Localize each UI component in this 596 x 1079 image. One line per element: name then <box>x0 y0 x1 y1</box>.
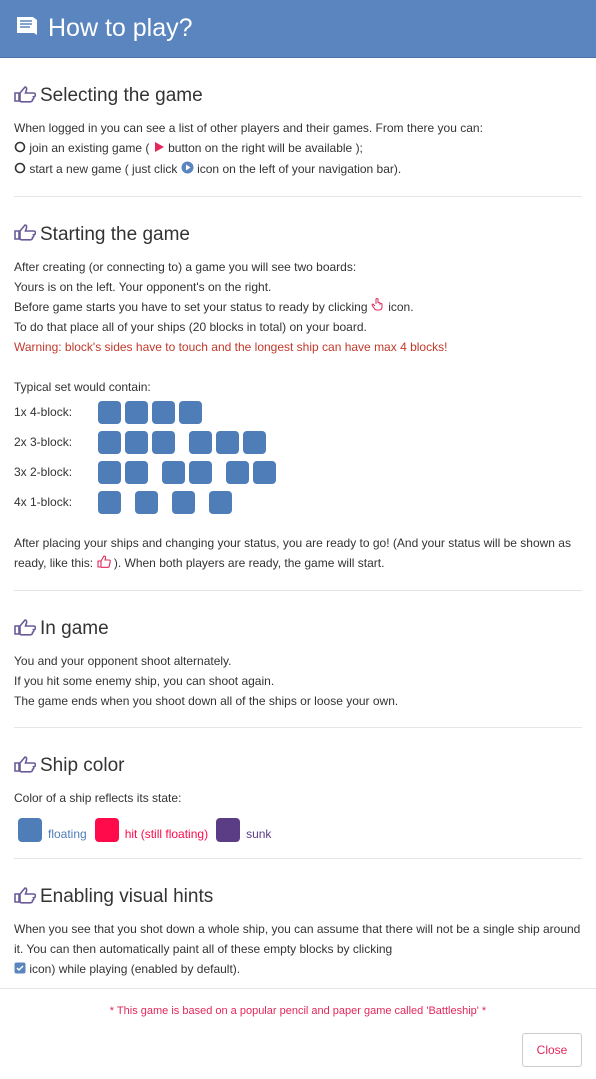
ship-block <box>98 460 121 484</box>
circle-icon <box>14 139 26 159</box>
ship-block <box>135 490 158 514</box>
section-text: Color of a ship reflects its state: <box>14 791 182 806</box>
ship-block <box>253 460 276 484</box>
section-title: Starting the game <box>40 223 190 245</box>
ship-label: 3x 2-block: <box>14 465 73 480</box>
play-icon <box>153 139 165 159</box>
ship-block <box>152 400 175 424</box>
color-legend: floating hit (still floating) sunk <box>18 818 582 843</box>
floating-label: floating <box>48 827 87 842</box>
section-text: After creating (or connecting to) a game… <box>14 259 357 274</box>
ship-block <box>226 460 249 484</box>
ship-row-2: 3x 2-block: <box>14 457 582 487</box>
ship-block <box>98 490 121 514</box>
section-title: Enabling visual hints <box>40 886 214 908</box>
hand-point-right-icon <box>14 755 37 778</box>
ship-block <box>162 460 185 484</box>
section-text: Before game starts you have to set your … <box>14 297 582 318</box>
section-text: When logged in you can see a list of oth… <box>14 121 483 135</box>
section-text: Yours is on the left. Your opponent's on… <box>14 279 272 294</box>
ship-block <box>98 430 121 454</box>
section-heading: Ship color <box>14 754 582 778</box>
ship-label: 2x 3-block: <box>14 435 73 450</box>
check-square-icon <box>14 960 26 980</box>
hand-pointer-icon <box>371 297 385 317</box>
ship-block <box>98 400 121 424</box>
section-title: Selecting the game <box>40 85 203 106</box>
section-selecting: Selecting the game When logged in you ca… <box>14 58 582 197</box>
close-button[interactable]: Close <box>522 1033 582 1067</box>
section-title: Ship color <box>40 755 125 777</box>
section-text: To do that place all of your ships (20 b… <box>14 320 367 335</box>
ship-label: 4x 1-block: <box>14 495 73 510</box>
ship-label: 1x 4-block: <box>14 405 73 420</box>
option-new: start a new game ( just click icon on th… <box>14 159 582 180</box>
ship-block <box>216 430 239 454</box>
section-title: In game <box>40 618 109 640</box>
option-join: join an existing game ( button on the ri… <box>14 138 582 159</box>
hand-point-right-icon <box>14 886 37 909</box>
ship-row-3: 2x 3-block: <box>14 427 582 457</box>
hit-label: hit (still floating) <box>124 827 209 842</box>
ship-block <box>152 430 175 454</box>
section-text: You and your opponent shoot alternately. <box>14 654 232 669</box>
ship-row-1: 4x 1-block: <box>14 487 582 517</box>
ship-block <box>189 460 212 484</box>
play-circle-icon <box>181 160 194 180</box>
section-starting: Starting the game After creating (or con… <box>14 197 582 592</box>
section-heading: Selecting the game <box>14 84 582 108</box>
sunk-label: sunk <box>246 827 272 842</box>
section-heading: Starting the game <box>14 223 582 247</box>
thumbs-up-icon <box>96 554 111 574</box>
floating-swatch <box>18 818 42 843</box>
ship-block <box>243 430 266 454</box>
ship-block <box>125 400 148 424</box>
section-heading: Enabling visual hints <box>14 885 582 909</box>
sunk-swatch <box>216 818 241 843</box>
modal-body: Selecting the game When logged in you ca… <box>0 58 596 996</box>
section-text: icon) while playing (enabled by default)… <box>14 959 582 980</box>
footer-note: * This game is based on a popular pencil… <box>109 1005 487 1017</box>
section-text: If you hit some enemy ship, you can shoo… <box>14 674 275 689</box>
ship-block <box>172 490 195 514</box>
section-hints: Enabling visual hints When you see that … <box>14 859 582 996</box>
ship-block <box>189 430 212 454</box>
circle-icon <box>14 160 26 180</box>
hand-point-right-icon <box>14 223 37 246</box>
hit-swatch <box>94 818 119 843</box>
book-icon <box>14 14 40 43</box>
section-heading: In game <box>14 617 582 641</box>
hand-point-right-icon <box>14 618 37 641</box>
ship-block <box>209 490 232 514</box>
section-ingame: In game You and your opponent shoot alte… <box>14 591 582 729</box>
modal-title: How to play? <box>48 14 193 42</box>
section-text: The game ends when you shoot down all of… <box>14 694 399 709</box>
section-text: Typical set would contain: <box>14 380 151 395</box>
ship-row-4: 1x 4-block: <box>14 397 582 427</box>
ship-block <box>125 430 148 454</box>
section-text: When you see that you shot down a whole … <box>14 922 581 957</box>
section-text: After placing your ships and changing yo… <box>14 533 582 574</box>
modal-header: How to play? <box>0 0 596 58</box>
section-color: Ship color Color of a ship reflects its … <box>14 728 582 860</box>
ship-block <box>179 400 202 424</box>
modal-footer: * This game is based on a popular pencil… <box>0 988 596 1079</box>
hand-point-right-icon <box>14 85 37 108</box>
warning-text: Warning: block's sides have to touch and… <box>14 340 448 355</box>
ship-block <box>125 460 148 484</box>
